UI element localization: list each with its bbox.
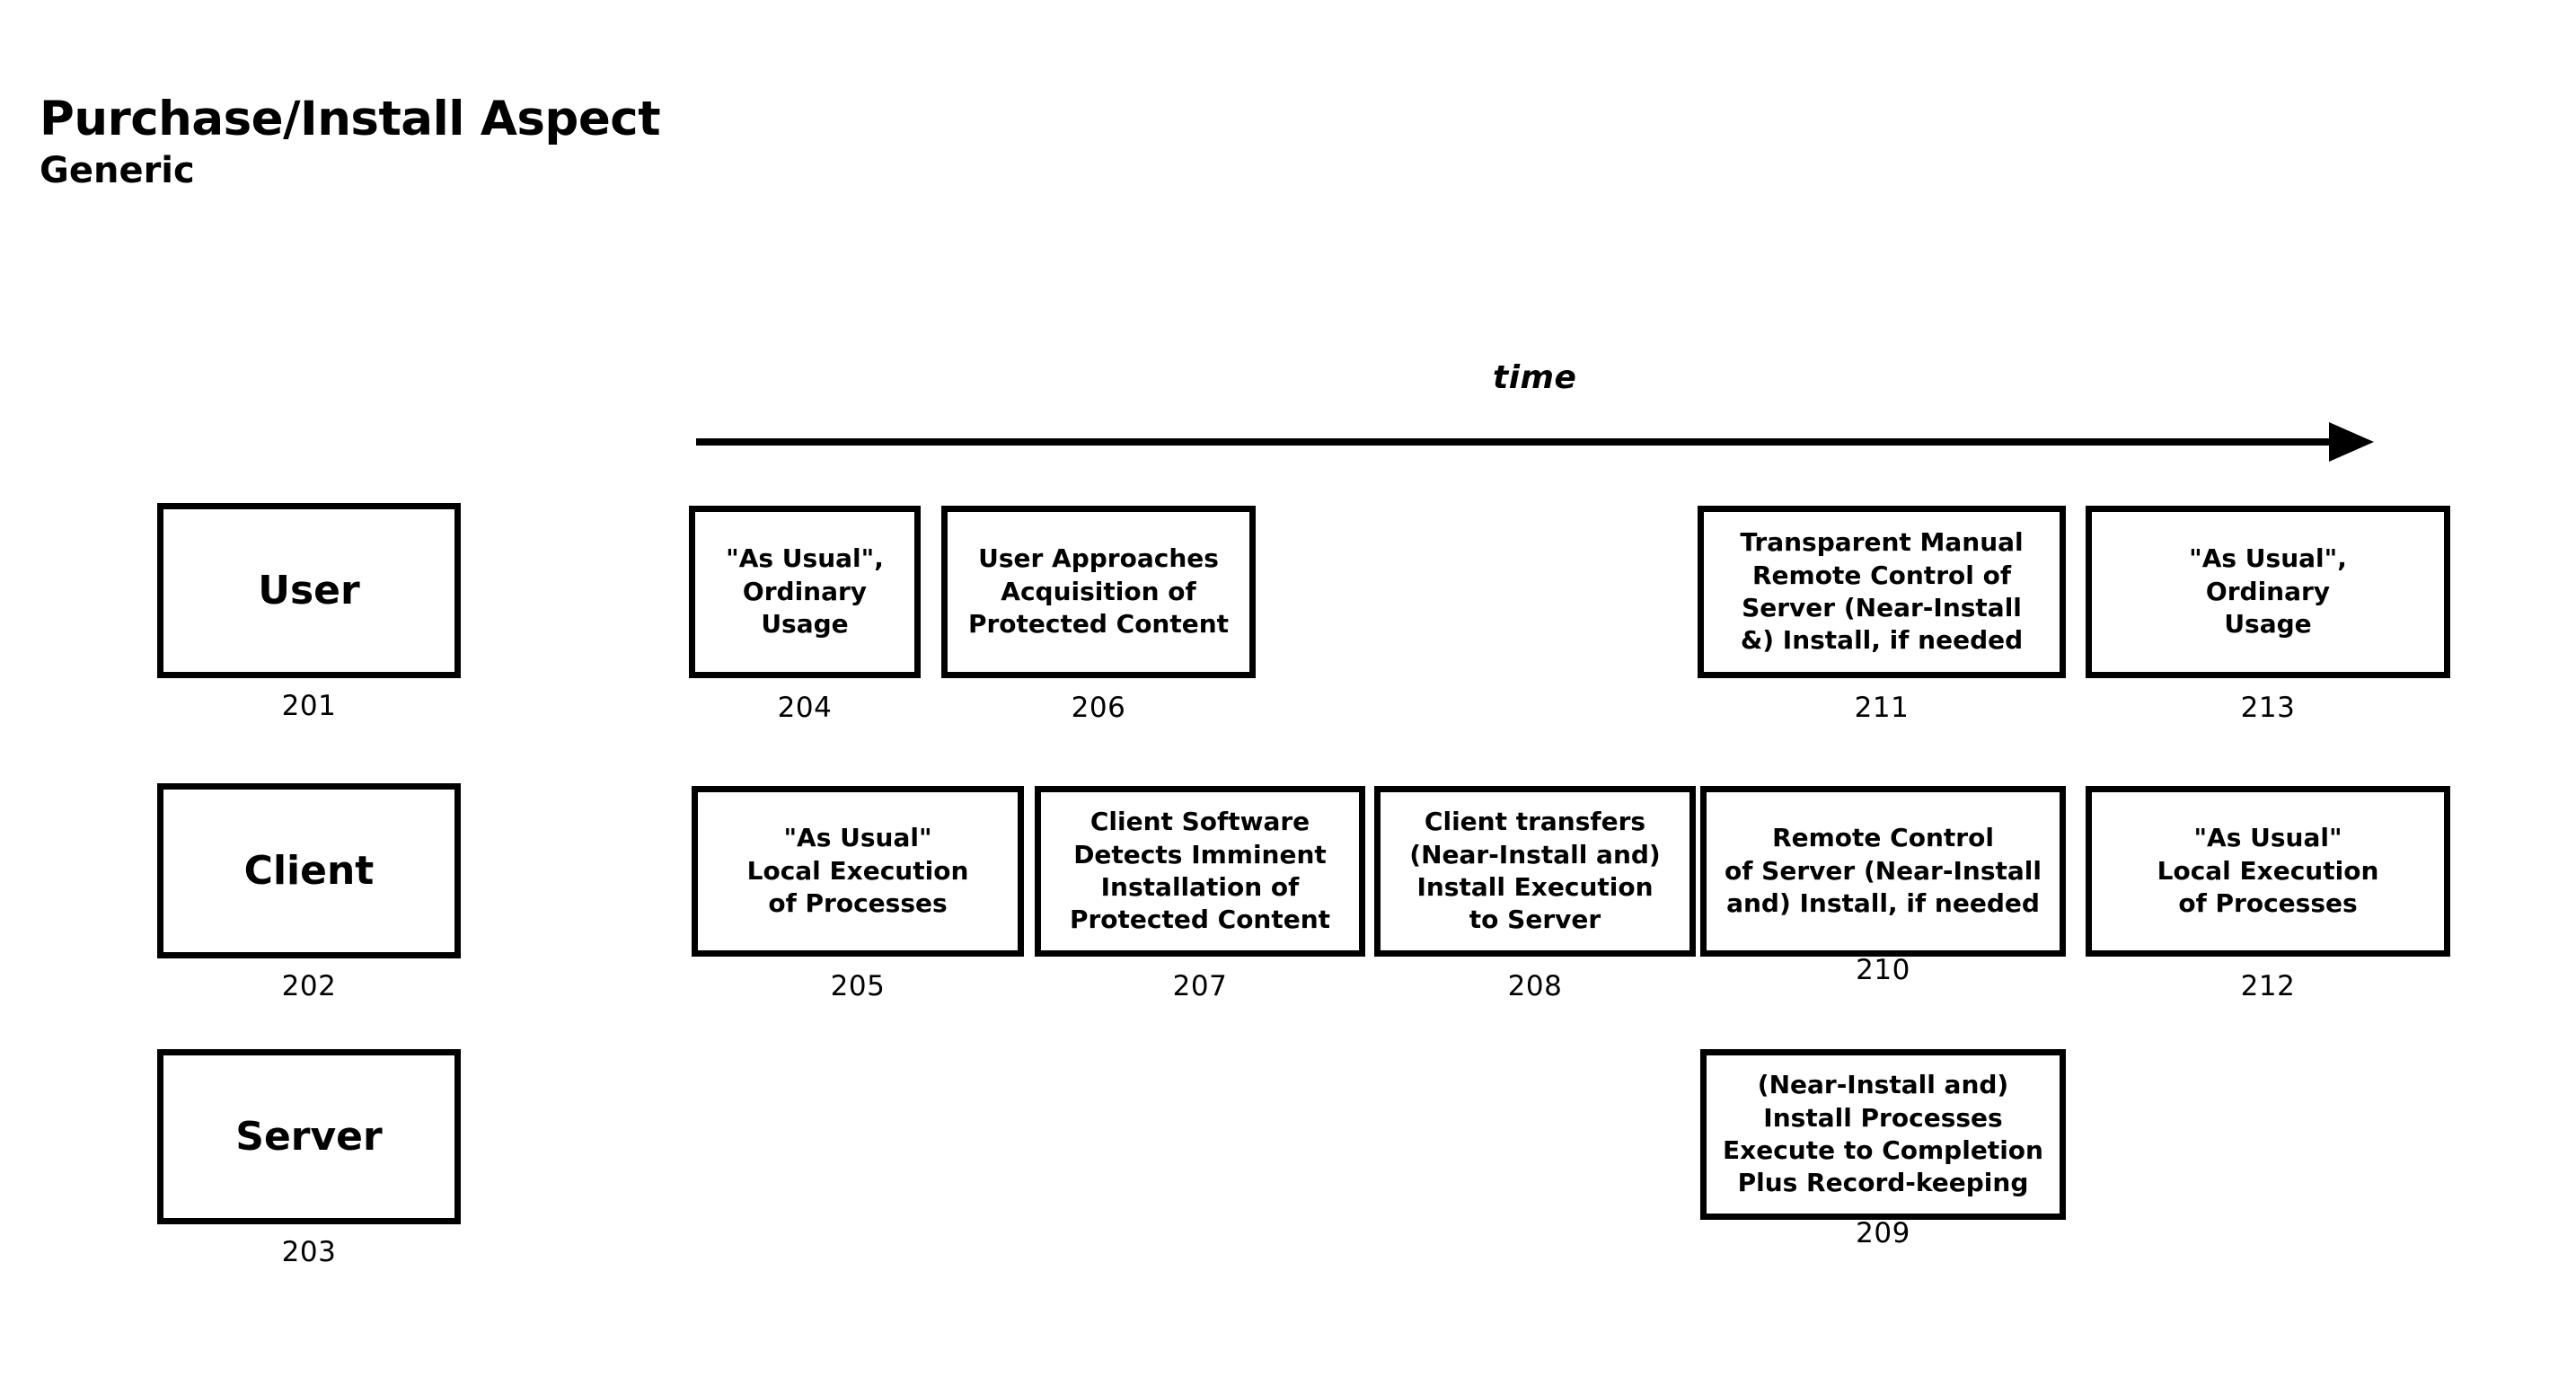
node-208-text: Client transfers (Near-Install and) Inst… [1409, 807, 1661, 935]
ref-210: 210 [1856, 954, 1910, 986]
lane-box-server[interactable]: Server [157, 1049, 461, 1224]
time-axis-arrow [696, 422, 2374, 462]
lane-box-user[interactable]: User [157, 503, 461, 678]
ref-209: 209 [1856, 1217, 1910, 1249]
node-209[interactable]: (Near-Install and) Install Processes Exe… [1700, 1049, 2066, 1220]
lane-label-user: User [258, 567, 360, 613]
node-205[interactable]: "As Usual" Local Execution of Processes [692, 786, 1024, 957]
node-212[interactable]: "As Usual" Local Execution of Processes [2086, 786, 2450, 957]
node-206[interactable]: User Approaches Acquisition of Protected… [941, 506, 1256, 678]
ref-211: 211 [1854, 692, 1910, 724]
ref-205: 205 [830, 970, 886, 1002]
arrow-head-icon [2329, 422, 2374, 462]
page-subtitle: Generic [40, 150, 195, 192]
node-205-text: "As Usual" Local Execution of Processes [746, 823, 969, 919]
node-208[interactable]: Client transfers (Near-Install and) Inst… [1374, 786, 1696, 957]
node-207[interactable]: Client Software Detects Imminent Install… [1035, 786, 1365, 957]
ref-203: 203 [281, 1236, 337, 1268]
node-204-text: "As Usual", Ordinary Usage [726, 543, 884, 640]
ref-208: 208 [1507, 970, 1563, 1002]
ref-213: 213 [2240, 692, 2296, 724]
node-211[interactable]: Transparent Manual Remote Control of Ser… [1698, 506, 2066, 678]
node-210[interactable]: Remote Control of Server (Near-Install a… [1700, 786, 2066, 957]
ref-207: 207 [1172, 970, 1228, 1002]
node-212-text: "As Usual" Local Execution of Processes [2157, 823, 2379, 919]
node-209-text: (Near-Install and) Install Processes Exe… [1723, 1070, 2043, 1198]
ref-206: 206 [1071, 692, 1126, 724]
node-204[interactable]: "As Usual", Ordinary Usage [689, 506, 921, 678]
time-axis-label: time [1493, 359, 1577, 396]
axis-line [696, 438, 2335, 446]
node-207-text: Client Software Detects Imminent Install… [1069, 807, 1331, 935]
node-213[interactable]: "As Usual", Ordinary Usage [2086, 506, 2450, 678]
ref-212: 212 [2240, 970, 2296, 1002]
lane-box-client[interactable]: Client [157, 783, 461, 958]
ref-202: 202 [281, 970, 337, 1002]
title-block: Purchase/Install Aspect Generic [40, 92, 661, 192]
lane-label-client: Client [243, 847, 375, 894]
node-213-text: "As Usual", Ordinary Usage [2189, 543, 2347, 640]
page-title: Purchase/Install Aspect [40, 92, 661, 146]
node-211-text: Transparent Manual Remote Control of Ser… [1740, 527, 2024, 656]
ref-201: 201 [281, 690, 337, 722]
node-206-text: User Approaches Acquisition of Protected… [967, 543, 1230, 640]
ref-204: 204 [777, 692, 833, 724]
lane-label-server: Server [235, 1113, 383, 1160]
node-210-text: Remote Control of Server (Near-Install a… [1725, 823, 2042, 919]
